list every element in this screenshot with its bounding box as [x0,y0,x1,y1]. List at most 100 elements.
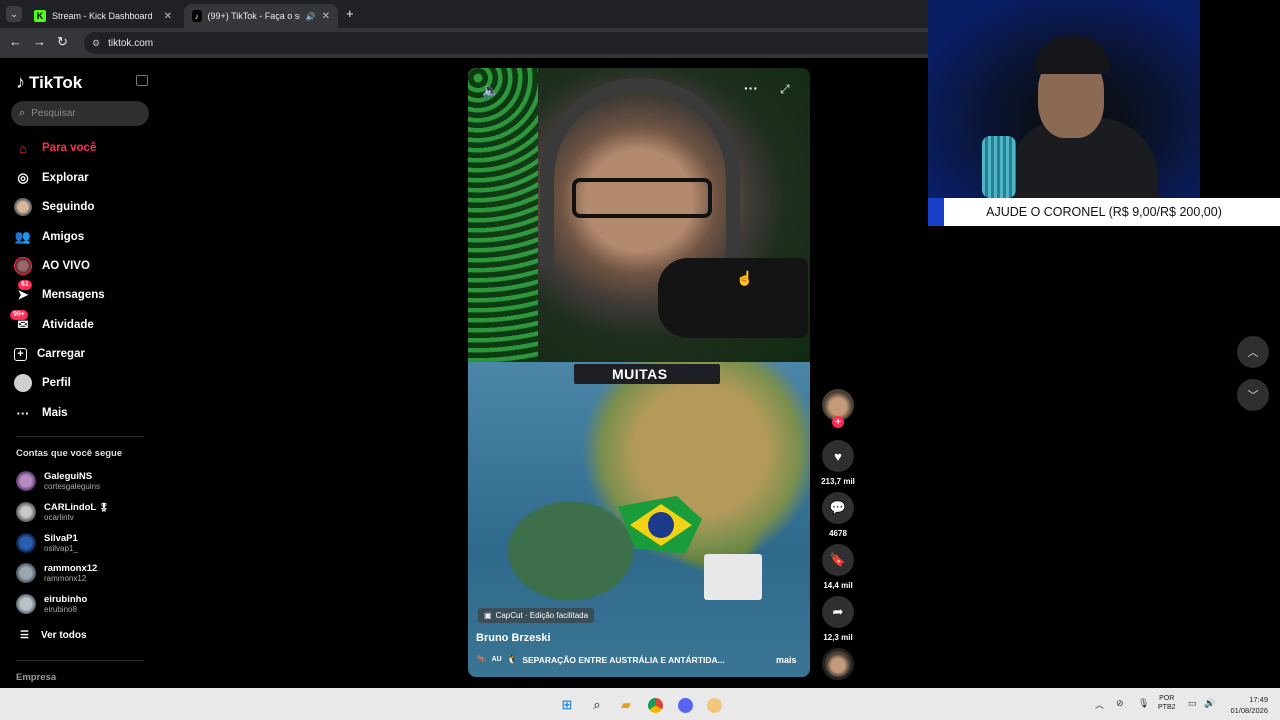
activity-icon: ✉ 99+ [10,310,32,334]
nav-explorar[interactable]: ◎ Explorar [14,167,89,189]
language-indicator[interactable]: POR PTB2 [1158,694,1176,712]
account-handle: ocarlintv [44,513,74,522]
close-tab-icon[interactable]: ✕ [322,11,330,22]
followed-account[interactable]: SilvaP1 osilvap1_ [16,533,78,553]
tab-tiktok[interactable]: ♪ (99+) TikTok - Faça o seu dia 🔊 ✕ [184,4,338,28]
nav-label: Mais [42,407,68,419]
upload-icon: + [14,347,27,361]
address-bar[interactable]: ⚙ tiktok.com [84,32,928,54]
profile-avatar-icon [14,374,32,392]
video-player[interactable]: MUITAS 🔈 ··· ⤢ ▣ CapCut · Edição facilit… [468,68,810,677]
tray-overflow-icon[interactable]: ︿ [1095,698,1104,711]
tab-search-button[interactable]: ⌄ [6,6,22,22]
nav-mais[interactable]: ··· Mais [14,402,68,424]
more-options-icon[interactable]: ··· [744,80,758,96]
following-avatar-icon [14,198,32,216]
tab-kick-dashboard[interactable]: K Stream - Kick Dashboard ✕ [26,4,180,28]
followed-account[interactable]: eirubinho eirubino8 [16,594,87,614]
back-icon[interactable]: ← [9,34,22,49]
follow-plus-button[interactable]: + [832,416,844,428]
nav-seguindo[interactable]: Seguindo [14,196,94,218]
video-overlay-word: MUITAS [612,366,668,382]
account-handle: eirubino8 [44,605,77,614]
can-object [982,136,1016,198]
reload-icon[interactable]: ↻ [57,34,68,50]
avatar [16,563,36,583]
account-handle: cortesgaleguins [44,482,101,491]
microphone-shape [658,258,808,338]
nav-label: Explorar [42,172,89,184]
volume-icon[interactable]: 🔈 [482,82,499,99]
volume-tray-icon[interactable]: 🔊 [1204,698,1215,709]
account-name-text: CARLindoL [44,502,97,513]
capcut-badge[interactable]: ▣ CapCut · Edição facilitada [478,608,595,623]
compass-icon: ◎ [17,170,29,185]
tiktok-logo[interactable]: ♪ TikTok [16,72,82,93]
nav-mensagens[interactable]: ➤ 61 Mensagens [14,280,105,306]
url-text: tiktok.com [108,37,154,49]
audio-playing-icon[interactable]: 🔊 [306,12,316,21]
search-icon[interactable]: ⌕ [588,696,606,714]
video-caption: 🦘 AU 🐧 SEPARAÇÃO ENTRE AUSTRÁLIA E ANTÁR… [476,654,725,665]
nav-carregar[interactable]: + Carregar [14,343,85,365]
glasses-shape [572,178,712,218]
caption-more-button[interactable]: mais [776,655,797,665]
followed-account[interactable]: rammonx12 rammonx12 [16,563,97,583]
nav-para-voce[interactable]: ⌂ Para você [14,137,96,159]
network-icon[interactable]: ⊘ [1116,698,1124,709]
chevron-down-icon: ﹀ [1247,390,1259,402]
video-author[interactable]: Bruno Brzeski [476,632,551,644]
site-info-icon[interactable]: ⚙ [92,38,100,49]
see-all-label: Ver todos [40,630,87,641]
followed-account[interactable]: GaleguiNS cortesgaleguins [16,471,100,491]
fullscreen-icon[interactable]: ⤢ [780,82,790,97]
account-name: SilvaP1 [44,533,78,544]
headphones-shape [540,78,740,268]
account-handle: rammonx12 [44,574,87,583]
search-input[interactable]: ⌕ Pesquisar [11,101,149,126]
discord-icon[interactable] [676,696,694,714]
keyboard-layout: PTB2 [1158,704,1176,711]
messages-icon: ➤ 61 [14,280,32,304]
nav-ao-vivo[interactable]: AO VIVO [14,255,90,277]
close-tab-icon[interactable]: ✕ [164,11,172,22]
nav-amigos[interactable]: 👥 Amigos [14,226,84,248]
collapse-sidebar-icon[interactable] [136,75,148,86]
search-icon: ⌕ [19,107,26,119]
like-button[interactable]: ♥ [822,440,854,472]
streamer-webcam [928,0,1200,198]
app-icon[interactable] [705,696,723,714]
nav-label: Carregar [37,348,85,360]
system-clock[interactable]: 17:49 01/08/2026 [1226,694,1268,716]
chrome-icon[interactable] [646,696,664,714]
share-button[interactable]: ➦ [822,596,854,628]
like-count: 213,7 mil [821,477,855,486]
nav-atividade[interactable]: ✉ 99+ Atividade [10,310,94,336]
friends-icon: 👥 [14,229,32,244]
new-tab-button[interactable]: + [346,6,354,21]
comment-button[interactable]: 💬 [822,492,854,524]
previous-video-button[interactable]: ︿ [1237,336,1269,368]
more-dots-icon: ··· [16,405,30,421]
windows-taskbar [0,688,1280,720]
display-icon[interactable]: ▭ [1188,698,1197,709]
clock-date: 01/08/2026 [1230,706,1268,715]
nav-label: Mensagens [42,289,105,301]
see-all-button[interactable]: ☰ Ver todos [20,630,87,641]
share-count: 12,3 mil [823,633,853,642]
nav-label: AO VIVO [42,260,90,272]
comment-count: 4678 [829,529,847,538]
caption-text: SEPARAÇÃO ENTRE AUSTRÁLIA E ANTÁRTIDA... [522,654,725,665]
footer-empresa-link[interactable]: Empresa [16,672,56,683]
sound-avatar[interactable] [822,648,854,680]
windows-start-icon[interactable]: ⊞ [558,696,576,714]
account-name: CARLindoL 🎖 [44,502,109,513]
next-video-button[interactable]: ﹀ [1237,379,1269,411]
followed-account[interactable]: CARLindoL 🎖 ocarlintv [16,502,109,522]
file-explorer-icon[interactable]: ▰ [617,696,635,714]
save-button[interactable]: 🔖 [822,544,854,576]
hand-cursor-icon: ☝ [736,270,754,286]
microphone-icon[interactable]: 🎙 [1138,698,1149,709]
forward-icon[interactable]: → [33,34,46,49]
nav-perfil[interactable]: Perfil [14,372,71,394]
